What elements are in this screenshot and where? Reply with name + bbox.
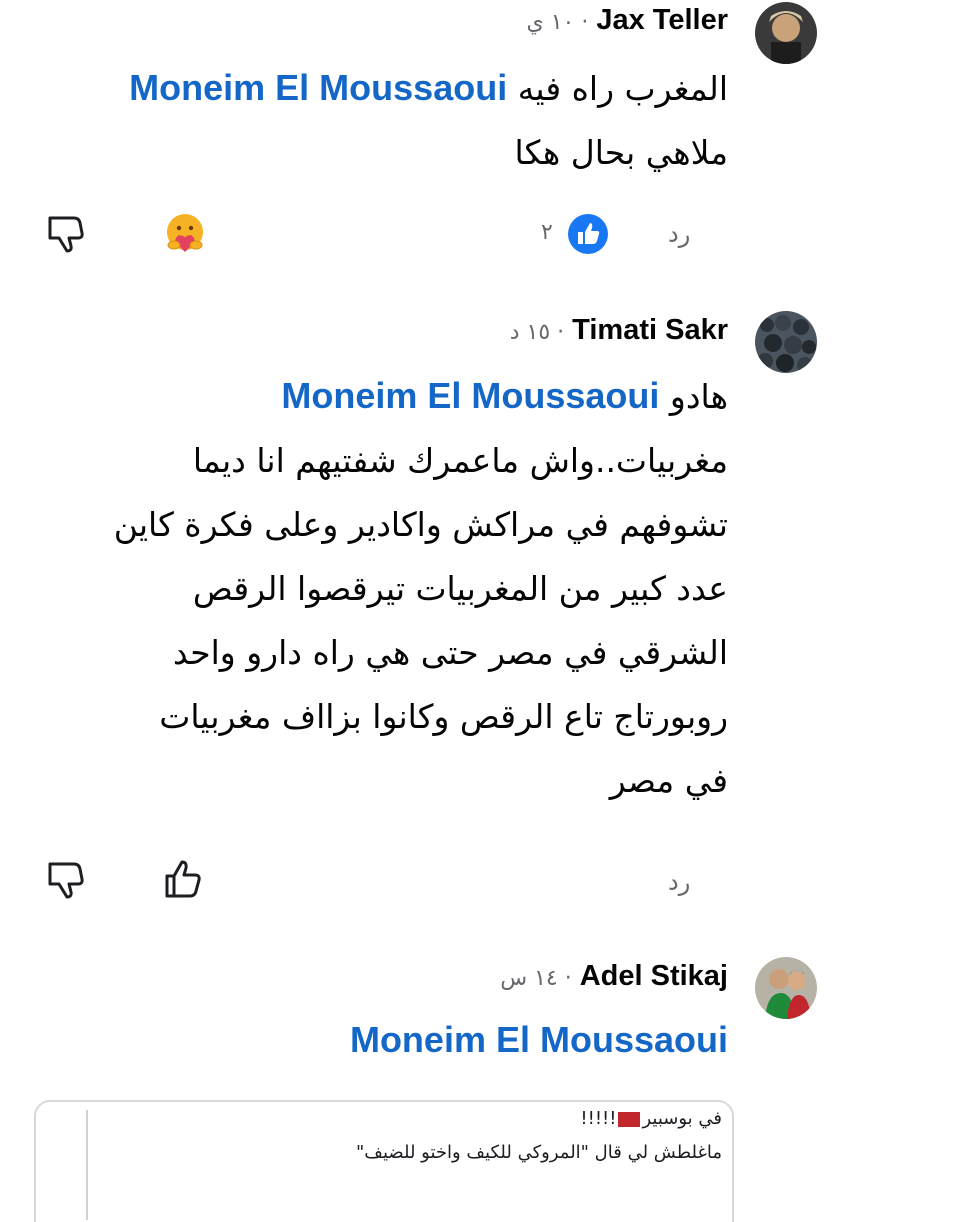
author-name[interactable]: Adel Stikaj — [580, 960, 728, 993]
timestamp: · ١٤ س — [500, 966, 572, 991]
like-reaction-icon[interactable] — [566, 212, 610, 256]
comment-line: هادو Moneim El Moussaoui — [114, 364, 728, 429]
author-name[interactable]: Timati Sakr — [572, 314, 728, 347]
avatar[interactable] — [755, 2, 817, 64]
comment-line: في مصر — [609, 761, 728, 800]
comment-meta: Timati Sakr · ١٥ د — [510, 314, 728, 347]
comment-line: المغرب راه فيه Moneim El Moussaoui — [129, 56, 728, 121]
comment-line: مغربيات..واش ماعمرك شفتيهم انا ديما — [192, 441, 728, 480]
thumb-down-outline-icon[interactable] — [44, 212, 88, 254]
comment-line: الشرقي في مصر حتى هي راه دارو واحد — [172, 633, 728, 672]
quote-text-line: في بوسبير!!!!! — [580, 1108, 722, 1129]
comment-text-start: هادو — [669, 377, 728, 416]
reaction-count: ٢ — [541, 220, 553, 245]
care-reaction-icon[interactable] — [163, 212, 207, 256]
comment-line: عدد كبير من المغربيات تيرقصوا الرقص — [192, 569, 728, 608]
avatar[interactable] — [755, 311, 817, 373]
divider — [86, 1110, 88, 1220]
reply-button[interactable]: رد — [668, 220, 690, 248]
comment-text-start: المغرب راه فيه — [517, 69, 728, 108]
author-name[interactable]: Jax Teller — [596, 4, 728, 37]
comment-line: Moneim El Moussaoui — [350, 1008, 728, 1073]
comment-text: هادو Moneim El Moussaoui مغربيات..واش ما… — [114, 364, 728, 813]
comment-line: ملاهي بحال هكا — [514, 133, 728, 172]
comment-line: تشوفهم في مراكش واكادير وعلى فكرة كاين — [113, 505, 728, 544]
quoted-image-card[interactable]: في بوسبير!!!!! ماغلطش لي قال "المروكي لل… — [34, 1100, 734, 1222]
thumb-down-outline-icon[interactable] — [44, 858, 88, 900]
thumb-up-outline-icon[interactable] — [163, 858, 207, 900]
comment-text: Moneim El Moussaoui — [350, 1008, 728, 1073]
timestamp: · ١٥ د — [509, 320, 565, 345]
comment-meta: Adel Stikaj · ١٤ س — [500, 960, 728, 993]
comment-meta: Jax Teller · ١٠ ي — [526, 4, 728, 37]
quote-text-part: !!!!! — [580, 1108, 617, 1129]
reply-button[interactable]: رد — [668, 868, 690, 896]
comment-text: المغرب راه فيه Moneim El Moussaoui ملاهي… — [129, 56, 728, 185]
comment-line: روبورتاج تاع الرقص وكانوا بزااف مغربيات — [159, 697, 728, 736]
morocco-flag-icon — [618, 1111, 641, 1127]
quote-text-line: ماغلطش لي قال "المروكي للكيف واختو للضيف… — [356, 1142, 722, 1163]
timestamp: · ١٠ ي — [526, 10, 589, 35]
mention-link[interactable]: Moneim El Moussaoui — [350, 1019, 728, 1060]
mention-link[interactable]: Moneim El Moussaoui — [281, 375, 659, 416]
avatar[interactable] — [755, 957, 817, 1019]
mention-link[interactable]: Moneim El Moussaoui — [129, 67, 507, 108]
quote-text-part: في بوسبير — [642, 1108, 722, 1129]
